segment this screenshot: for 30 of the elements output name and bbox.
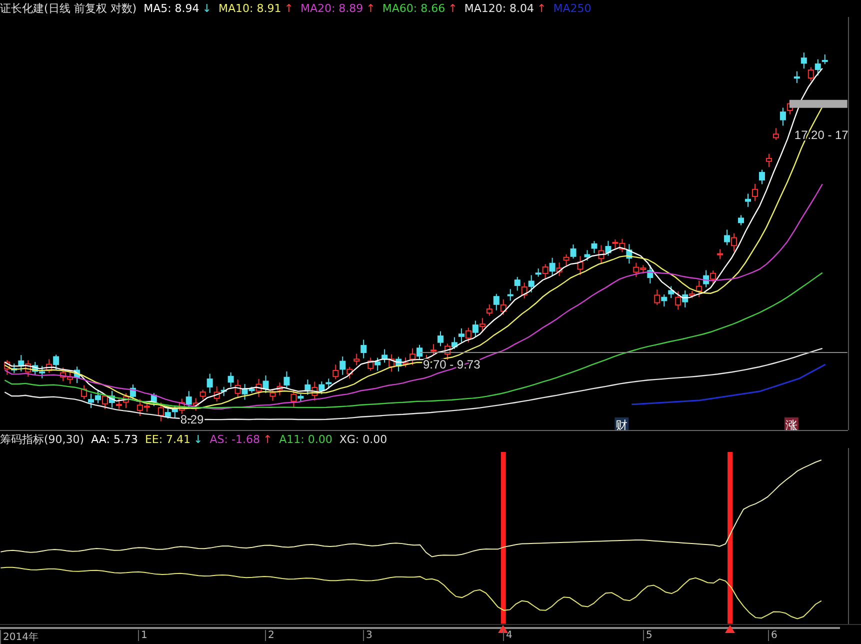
ma-value: MA10: 8.91 bbox=[218, 2, 282, 15]
time-axis-label: 4 bbox=[503, 630, 512, 642]
trend-arrow: ↑ bbox=[262, 433, 272, 446]
trend-arrow: ↑ bbox=[366, 2, 376, 15]
ma-value: MA5: 8.94 bbox=[144, 2, 200, 15]
price-marker-bar bbox=[789, 100, 848, 108]
chart-title: 证长化建(日线 前复权 对数) bbox=[0, 0, 137, 16]
ma-value: MA120: 8.04 bbox=[464, 2, 534, 15]
trend-arrow: ↓ bbox=[194, 433, 203, 446]
indicator-value: A11: 0.00 bbox=[279, 433, 332, 446]
ma-value: MA250 bbox=[553, 2, 592, 15]
indicator-value: EE: 7.41 bbox=[144, 433, 191, 446]
time-axis-label: 6 bbox=[768, 630, 778, 642]
trend-arrow: ↑ bbox=[537, 2, 546, 15]
signal-marker-icon bbox=[725, 625, 735, 634]
time-axis-label: 1 bbox=[138, 630, 148, 642]
time-axis-label: 2014年 bbox=[0, 630, 38, 644]
time-axis-label: 3 bbox=[363, 630, 372, 642]
indicator-value: XG: 0.00 bbox=[339, 433, 388, 446]
indicator-title: 筹码指标(90,30) bbox=[0, 432, 84, 448]
indicator-value: AS: -1.68 bbox=[210, 433, 260, 446]
trend-arrow: ↓ bbox=[202, 2, 212, 15]
ma-value: MA20: 8.89 bbox=[300, 2, 364, 15]
ma-value: MA60: 8.66 bbox=[382, 2, 446, 15]
time-axis-label: 5 bbox=[643, 630, 652, 642]
signal-marker-icon bbox=[498, 625, 508, 634]
trend-arrow: ↑ bbox=[284, 2, 294, 15]
time-axis-label: 2 bbox=[265, 630, 274, 642]
trend-arrow: ↑ bbox=[448, 2, 458, 15]
indicator-value: AA: 5.73 bbox=[91, 433, 138, 446]
